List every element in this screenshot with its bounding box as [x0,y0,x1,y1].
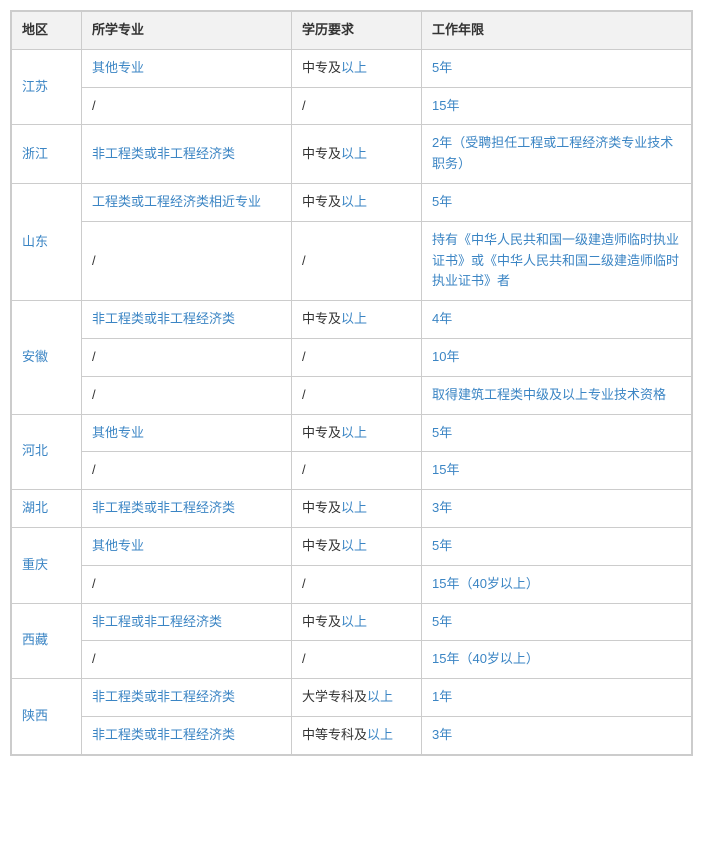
work-cell: 4年 [422,301,692,339]
work-cell: 持有《中华人民共和国一级建造师临时执业证书》或《中华人民共和国二级建造师临时执业… [422,221,692,300]
major-cell: 非工程类或非工程经济类 [82,125,292,184]
edu-cell: 中专及以上 [292,183,422,221]
table-row: 江苏其他专业中专及以上5年 [12,49,692,87]
edu-cell: / [292,87,422,125]
work-cell: 10年 [422,338,692,376]
edu-cell: 大学专科及以上 [292,679,422,717]
table-row: 非工程类或非工程经济类中等专科及以上3年 [12,716,692,754]
work-cell: 5年 [422,414,692,452]
table-row: 山东工程类或工程经济类相近专业中专及以上5年 [12,183,692,221]
work-cell: 5年 [422,603,692,641]
edu-cell: 中专及以上 [292,301,422,339]
work-cell: 2年（受聘担任工程或工程经济类专业技术职务） [422,125,692,184]
work-cell: 5年 [422,183,692,221]
edu-cell: / [292,452,422,490]
work-cell: 5年 [422,49,692,87]
major-cell: 非工程类或非工程经济类 [82,301,292,339]
header-work: 工作年限 [422,12,692,50]
region-cell: 江苏 [12,49,82,125]
work-cell: 3年 [422,490,692,528]
major-cell: 其他专业 [82,527,292,565]
edu-cell: / [292,376,422,414]
edu-cell: 中专及以上 [292,414,422,452]
major-cell: 其他专业 [82,414,292,452]
work-cell: 3年 [422,716,692,754]
header-edu: 学历要求 [292,12,422,50]
major-cell: 非工程类或非工程经济类 [82,679,292,717]
region-cell: 山东 [12,183,82,300]
table-row: 陕西非工程类或非工程经济类大学专科及以上1年 [12,679,692,717]
edu-cell: 中专及以上 [292,603,422,641]
table-row: //15年（40岁以上） [12,641,692,679]
major-cell: 非工程类或非工程经济类 [82,716,292,754]
region-cell: 西藏 [12,603,82,679]
table-row: //取得建筑工程类中级及以上专业技术资格 [12,376,692,414]
major-cell: 其他专业 [82,49,292,87]
edu-cell: / [292,338,422,376]
edu-cell: 中等专科及以上 [292,716,422,754]
table-row: 湖北非工程类或非工程经济类中专及以上3年 [12,490,692,528]
table-row: //15年（40岁以上） [12,565,692,603]
table-row: 安徽非工程类或非工程经济类中专及以上4年 [12,301,692,339]
table-row: 浙江非工程类或非工程经济类中专及以上2年（受聘担任工程或工程经济类专业技术职务） [12,125,692,184]
requirements-table: 地区 所学专业 学历要求 工作年限 江苏其他专业中专及以上5年//15年浙江非工… [11,11,692,755]
region-cell: 浙江 [12,125,82,184]
table-row: 河北其他专业中专及以上5年 [12,414,692,452]
main-table-container: 地区 所学专业 学历要求 工作年限 江苏其他专业中专及以上5年//15年浙江非工… [10,10,693,756]
edu-cell: / [292,565,422,603]
edu-cell: 中专及以上 [292,49,422,87]
region-cell: 河北 [12,414,82,490]
table-row: //15年 [12,452,692,490]
edu-cell: 中专及以上 [292,125,422,184]
work-cell: 1年 [422,679,692,717]
table-row: //10年 [12,338,692,376]
region-cell: 湖北 [12,490,82,528]
region-cell: 安徽 [12,301,82,414]
region-cell: 重庆 [12,527,82,603]
major-cell: 非工程或非工程经济类 [82,603,292,641]
major-cell: / [82,221,292,300]
major-cell: 非工程类或非工程经济类 [82,490,292,528]
table-row: 重庆其他专业中专及以上5年 [12,527,692,565]
major-cell: / [82,338,292,376]
major-cell: / [82,376,292,414]
table-header-row: 地区 所学专业 学历要求 工作年限 [12,12,692,50]
region-cell: 陕西 [12,679,82,755]
major-cell: / [82,452,292,490]
table-row: 西藏非工程或非工程经济类中专及以上5年 [12,603,692,641]
major-cell: / [82,565,292,603]
edu-cell: 中专及以上 [292,490,422,528]
edu-cell: 中专及以上 [292,527,422,565]
work-cell: 15年（40岁以上） [422,641,692,679]
work-cell: 5年 [422,527,692,565]
edu-cell: / [292,641,422,679]
table-row: //持有《中华人民共和国一级建造师临时执业证书》或《中华人民共和国二级建造师临时… [12,221,692,300]
work-cell: 15年（40岁以上） [422,565,692,603]
work-cell: 15年 [422,452,692,490]
work-cell: 取得建筑工程类中级及以上专业技术资格 [422,376,692,414]
header-major: 所学专业 [82,12,292,50]
major-cell: / [82,87,292,125]
header-region: 地区 [12,12,82,50]
edu-cell: / [292,221,422,300]
major-cell: / [82,641,292,679]
table-row: //15年 [12,87,692,125]
work-cell: 15年 [422,87,692,125]
major-cell: 工程类或工程经济类相近专业 [82,183,292,221]
